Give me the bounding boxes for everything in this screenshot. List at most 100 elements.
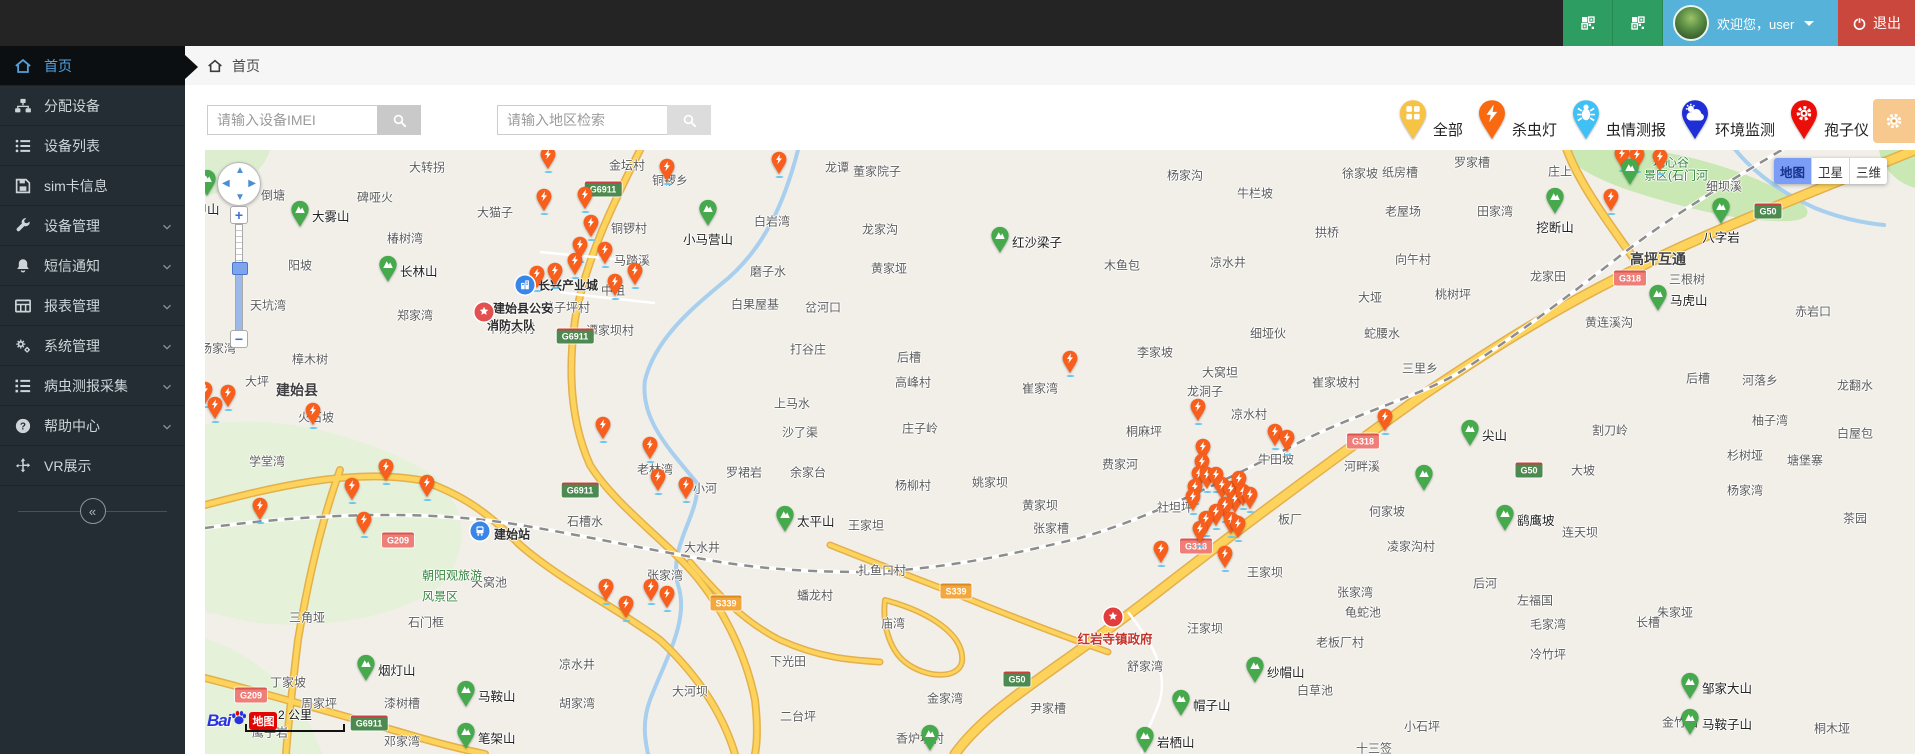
device-pin[interactable] xyxy=(771,151,788,175)
poi-industry-icon[interactable] xyxy=(516,276,535,295)
device-pin[interactable] xyxy=(305,402,322,426)
sidebar-item-3[interactable]: 设备列表 xyxy=(0,126,185,166)
mountain-pin[interactable] xyxy=(920,724,940,752)
area-search-button[interactable] xyxy=(667,105,711,135)
device-pin[interactable] xyxy=(1185,488,1202,512)
device-pin[interactable] xyxy=(1230,515,1247,539)
device-pin[interactable] xyxy=(1603,188,1620,212)
mountain-pin[interactable] xyxy=(1711,197,1731,225)
mountain-pin[interactable] xyxy=(1135,726,1155,754)
device-pin[interactable] xyxy=(547,262,564,286)
mountain-pin[interactable] xyxy=(1495,504,1515,532)
device-pin[interactable] xyxy=(659,158,676,182)
mountain-pin[interactable] xyxy=(1680,708,1700,736)
device-pin[interactable] xyxy=(595,416,612,440)
mountain-pin[interactable] xyxy=(1245,656,1265,684)
device-pin[interactable] xyxy=(1192,520,1209,544)
sidebar-item-5[interactable]: 设备管理 xyxy=(0,206,185,246)
mountain-pin[interactable] xyxy=(1460,419,1480,447)
device-pin[interactable] xyxy=(678,476,695,500)
mountain-pin[interactable] xyxy=(456,680,476,708)
sidebar-item-4[interactable]: sim卡信息 xyxy=(0,166,185,206)
mountain-pin[interactable] xyxy=(1545,187,1565,215)
map-pan-control[interactable]: ▲ ▼ ◀ ▶ xyxy=(217,162,261,206)
poi-station-icon[interactable] xyxy=(471,522,490,541)
mountain-pin[interactable] xyxy=(1620,158,1640,186)
mountain-pin[interactable] xyxy=(1648,284,1668,312)
mountain-pin[interactable] xyxy=(1680,672,1700,700)
imei-search-button[interactable] xyxy=(377,105,421,135)
mountain-pin[interactable] xyxy=(378,255,398,283)
mountain-pin[interactable] xyxy=(456,722,476,750)
device-pin[interactable] xyxy=(627,262,644,286)
zoom-out-button[interactable]: − xyxy=(230,330,248,348)
device-pin[interactable] xyxy=(650,468,667,492)
device-pin[interactable] xyxy=(378,458,395,482)
imei-search-input[interactable] xyxy=(207,105,377,135)
device-pin[interactable] xyxy=(1217,545,1234,569)
legend-item-1[interactable]: 全部 xyxy=(1398,99,1463,141)
mountain-pin[interactable] xyxy=(356,654,376,682)
device-pin[interactable] xyxy=(598,578,615,602)
map-type-卫星[interactable]: 卫星 xyxy=(1812,158,1850,184)
device-pin[interactable] xyxy=(607,273,624,297)
mountain-pin[interactable] xyxy=(1171,689,1191,717)
map-type-三维[interactable]: 三维 xyxy=(1850,158,1887,184)
sidebar-item-8[interactable]: 系统管理 xyxy=(0,326,185,366)
poi-gov-icon[interactable] xyxy=(1104,608,1123,627)
map-type-地图[interactable]: 地图 xyxy=(1774,158,1812,184)
device-pin[interactable] xyxy=(1279,429,1296,453)
device-pin[interactable] xyxy=(220,384,237,408)
user-menu[interactable]: 欢迎您，user xyxy=(1663,0,1838,46)
pan-up-icon[interactable]: ▲ xyxy=(235,165,245,176)
mountain-pin[interactable] xyxy=(290,200,310,228)
device-pin[interactable] xyxy=(356,511,373,535)
pan-right-icon[interactable]: ▶ xyxy=(248,178,256,189)
sidebar-item-10[interactable]: ?帮助中心 xyxy=(0,406,185,446)
device-pin[interactable] xyxy=(583,214,600,238)
device-pin[interactable] xyxy=(1062,350,1079,374)
sidebar-item-9[interactable]: 病虫测报采集 xyxy=(0,366,185,406)
device-pin[interactable] xyxy=(1242,486,1259,510)
device-pin[interactable] xyxy=(1652,150,1669,172)
device-pin[interactable] xyxy=(567,252,584,276)
logout-button[interactable]: 退出 xyxy=(1838,0,1915,46)
collapse-button[interactable]: « xyxy=(80,498,106,524)
sidebar-item-11[interactable]: VR展示 xyxy=(0,446,185,486)
sidebar-item-1[interactable]: 首页 xyxy=(0,46,185,86)
device-pin[interactable] xyxy=(597,241,614,265)
sidebar-item-7[interactable]: 报表管理 xyxy=(0,286,185,326)
device-pin[interactable] xyxy=(643,578,660,602)
device-pin[interactable] xyxy=(659,585,676,609)
zoom-slider-handle[interactable] xyxy=(232,262,248,275)
device-pin[interactable] xyxy=(642,436,659,460)
device-pin[interactable] xyxy=(1377,408,1394,432)
pan-down-icon[interactable]: ▼ xyxy=(235,192,245,203)
legend-item-4[interactable]: 环境监测 xyxy=(1680,99,1775,141)
mountain-pin[interactable] xyxy=(698,199,718,227)
device-pin[interactable] xyxy=(344,477,361,501)
legend-item-2[interactable]: 杀虫灯 xyxy=(1477,99,1557,141)
area-search-input[interactable] xyxy=(497,105,667,135)
mountain-pin[interactable] xyxy=(1414,464,1434,492)
device-pin[interactable] xyxy=(419,474,436,498)
device-pin[interactable] xyxy=(1190,398,1207,422)
device-pin[interactable] xyxy=(618,595,635,619)
mountain-pin[interactable] xyxy=(205,169,217,197)
device-pin[interactable] xyxy=(252,497,269,521)
device-pin[interactable] xyxy=(540,150,557,170)
poi-fire-icon[interactable] xyxy=(475,303,494,322)
sidebar-item-2[interactable]: 分配设备 xyxy=(0,86,185,126)
device-pin[interactable] xyxy=(577,186,594,210)
qr-button-1[interactable] xyxy=(1563,0,1613,46)
pan-left-icon[interactable]: ◀ xyxy=(222,178,230,189)
legend-item-3[interactable]: 虫情测报 xyxy=(1571,99,1666,141)
mountain-pin[interactable] xyxy=(775,505,795,533)
zoom-in-button[interactable]: + xyxy=(230,206,248,224)
device-pin[interactable] xyxy=(1153,540,1170,564)
sidebar-item-6[interactable]: 短信通知 xyxy=(0,246,185,286)
map-canvas[interactable]: 地图卫星三维 ▲ ▼ ◀ ▶ + − Bai 地图 2 公里 大转拐金坛村铜锣乡… xyxy=(205,150,1915,754)
mountain-pin[interactable] xyxy=(990,226,1010,254)
qr-button-2[interactable] xyxy=(1613,0,1663,46)
settings-button[interactable] xyxy=(1873,99,1915,143)
